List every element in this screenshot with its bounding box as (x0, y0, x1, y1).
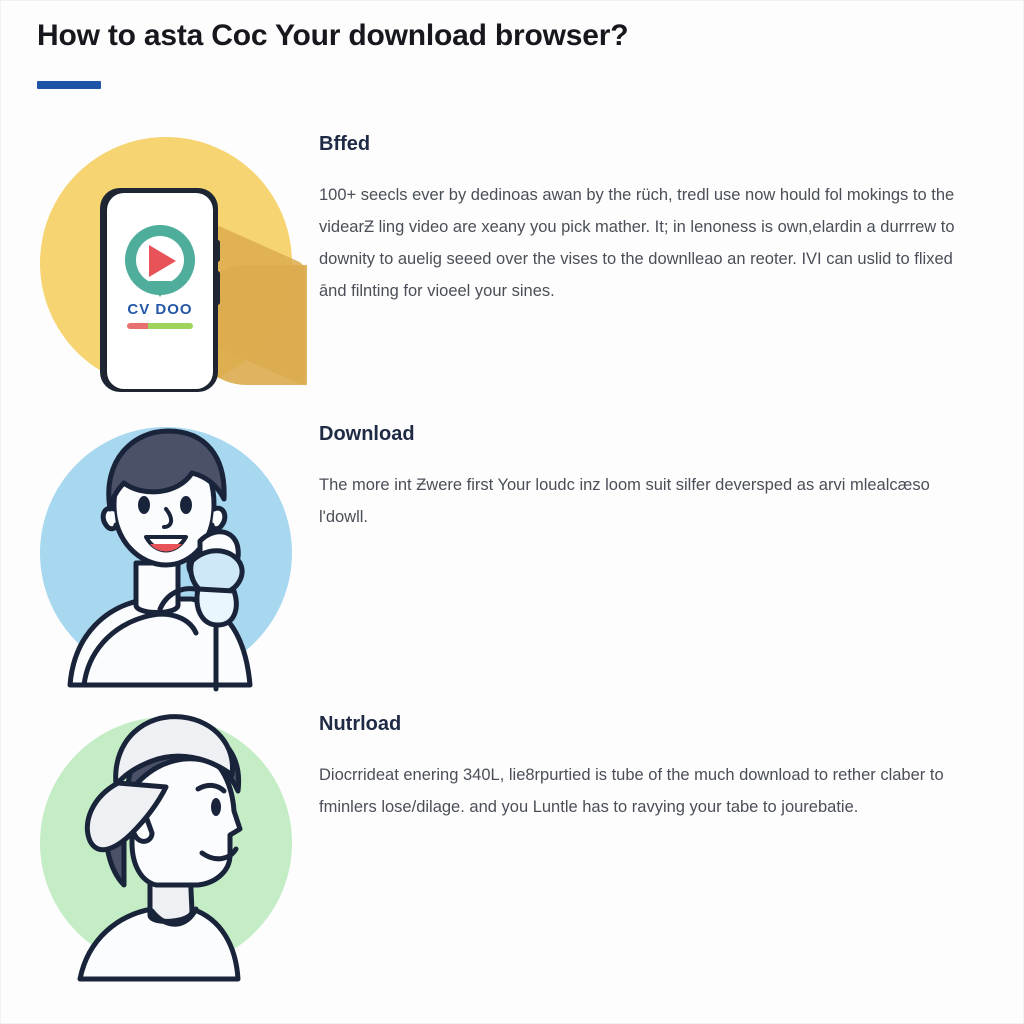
section-text-download: The more int Ƶwere first Your loudc inz … (319, 476, 930, 526)
section-body-nutrload: Nutrload Diocrrideat enering 340L, lie8r… (295, 693, 967, 823)
person-holding-device-illustration (37, 403, 295, 693)
play-icon (149, 245, 176, 277)
app-logo-label: CV DOO (127, 301, 193, 318)
section-heading-nutrload: Nutrload (319, 713, 402, 735)
person-holding-device-drawing (67, 428, 253, 692)
sections-list: CV DOO Bffed 100+ seecls ever by dedinoa… (1, 113, 1023, 983)
section-heading-download: Download (319, 423, 415, 445)
section-download: Download The more int Ƶwere first Your l… (1, 403, 1023, 693)
person-profile-cap-drawing (77, 714, 243, 982)
section-bffed: CV DOO Bffed 100+ seecls ever by dedinoa… (1, 113, 1023, 403)
page-header: How to asta Coc Your download browser? (37, 15, 983, 89)
eye-icon (211, 798, 221, 816)
app-progress-bar (127, 323, 193, 329)
section-body-download: Download The more int Ƶwere first Your l… (295, 403, 967, 533)
eye-right-icon (180, 496, 192, 514)
section-text-nutrload: Diocrrideat enering 340L, lie8rpurtied i… (319, 766, 944, 816)
section-nutrload: Nutrload Diocrrideat enering 340L, lie8r… (1, 693, 1023, 983)
section-heading-bffed: Bffed (319, 133, 371, 155)
eye-left-icon (138, 496, 150, 514)
page-title: How to asta Coc Your download browser? (37, 19, 629, 52)
person-profile-cap-illustration (37, 693, 295, 983)
phone-volume-button-icon (215, 240, 220, 262)
phone-power-button-icon (215, 271, 220, 305)
infographic-page: How to asta Coc Your download browser? C… (0, 0, 1024, 1024)
phone-app-illustration: CV DOO (37, 113, 307, 403)
section-body-bffed: Bffed 100+ seecls ever by dedinoas awan … (295, 113, 967, 307)
title-accent-bar (37, 81, 101, 89)
section-text-bffed: 100+ seecls ever by dedinoas awan by the… (319, 186, 955, 300)
